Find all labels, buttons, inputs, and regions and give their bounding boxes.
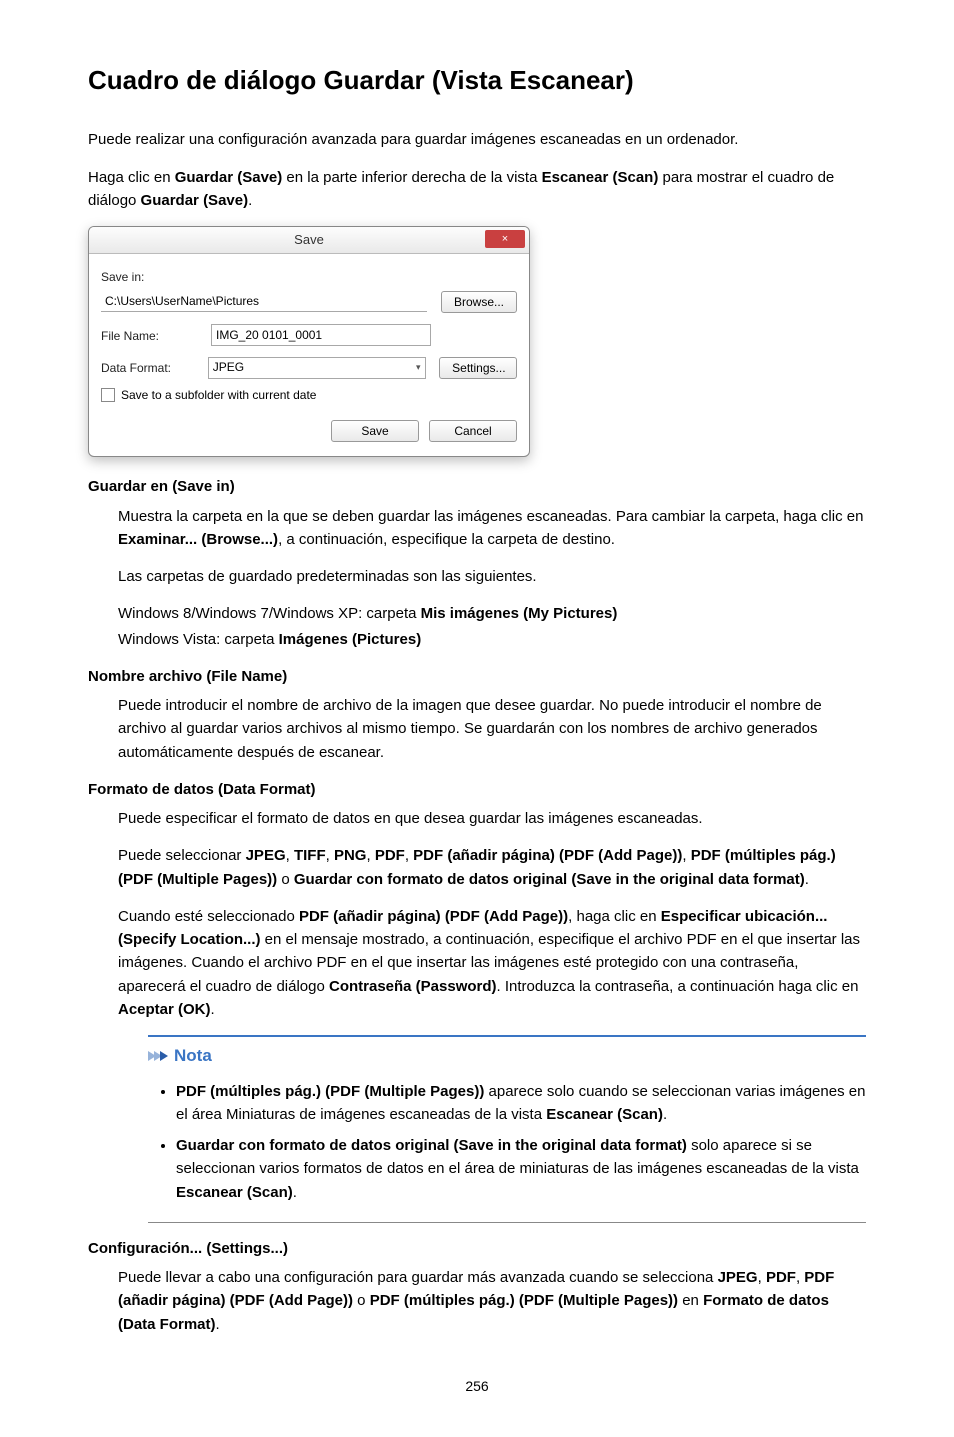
text: o <box>353 1292 370 1309</box>
text: Windows 8/Windows 7/Windows XP: carpeta <box>118 605 421 622</box>
text-bold: TIFF <box>294 847 326 864</box>
text: o <box>277 871 294 888</box>
save-dialog: Save × Save in: C:\Users\UserName\Pictur… <box>88 226 530 457</box>
text: Haga clic en <box>88 169 175 186</box>
text: . <box>216 1316 220 1333</box>
note-item-2: Guardar con formato de datos original (S… <box>176 1134 866 1204</box>
note-box: Nota PDF (múltiples pág.) (PDF (Multiple… <box>148 1035 866 1223</box>
text: . <box>293 1184 297 1201</box>
text-bold: JPEG <box>718 1269 758 1286</box>
text-bold: PNG <box>334 847 367 864</box>
text-bold: PDF <box>766 1269 796 1286</box>
text: . Introduzca la contraseña, a continuaci… <box>497 978 859 995</box>
text-bold: Guardar con formato de datos original (S… <box>294 871 805 888</box>
text-bold: Mis imágenes (My Pictures) <box>421 605 618 622</box>
subfolder-checkbox[interactable] <box>101 388 115 402</box>
note-item-1: PDF (múltiples pág.) (PDF (Multiple Page… <box>176 1080 866 1127</box>
dialog-body: Save in: C:\Users\UserName\Pictures Brow… <box>89 254 529 456</box>
data-format-label: Data Format: <box>101 359 208 378</box>
dialog-title-text: Save <box>294 230 324 250</box>
section-file-name-body: Puede introducir el nombre de archivo de… <box>118 694 866 764</box>
text-bold: JPEG <box>246 847 286 864</box>
save-in-input[interactable]: C:\Users\UserName\Pictures <box>101 291 427 312</box>
settings-button[interactable]: Settings... <box>439 357 517 379</box>
text-bold: Aceptar (OK) <box>118 1001 211 1018</box>
text-bold: Escanear (Scan) <box>176 1184 293 1201</box>
intro-paragraph-1: Puede realizar una configuración avanzad… <box>88 128 866 151</box>
text-bold: Escanear (Scan) <box>546 1106 663 1123</box>
section-save-in-body: Muestra la carpeta en la que se deben gu… <box>118 505 866 651</box>
text: . <box>663 1106 667 1123</box>
browse-button[interactable]: Browse... <box>441 291 517 313</box>
section-settings-body: Puede llevar a cabo una configuración pa… <box>118 1266 866 1336</box>
text: Windows Vista: carpeta <box>118 631 279 648</box>
text-bold: PDF (múltiples pág.) (PDF (Multiple Page… <box>370 1292 678 1309</box>
section-data-format-title: Formato de datos (Data Format) <box>88 778 866 801</box>
chevron-down-icon: ▾ <box>416 361 421 375</box>
text-bold: PDF (múltiples pág.) (PDF (Multiple Page… <box>176 1083 484 1100</box>
text: , a continuación, especifique la carpeta… <box>278 531 615 548</box>
text-bold: Guardar (Save) <box>141 192 249 209</box>
close-button[interactable]: × <box>485 230 525 248</box>
page-title: Cuadro de diálogo Guardar (Vista Escanea… <box>88 60 866 100</box>
text-bold: Examinar... (Browse...) <box>118 531 278 548</box>
text: Cuando esté seleccionado <box>118 908 299 925</box>
note-icon <box>148 1051 166 1061</box>
text-bold: Escanear (Scan) <box>542 169 659 186</box>
text: en <box>678 1292 703 1309</box>
text-bold: PDF (añadir página) (PDF (Add Page)) <box>413 847 682 864</box>
cancel-button[interactable]: Cancel <box>429 420 517 442</box>
intro-paragraph-2: Haga clic en Guardar (Save) en la parte … <box>88 166 866 213</box>
text: Puede introducir el nombre de archivo de… <box>118 694 866 764</box>
page-number: 256 <box>88 1376 866 1398</box>
file-name-input[interactable]: IMG_20 0101_0001 <box>211 324 431 346</box>
text: , haga clic en <box>568 908 661 925</box>
text-bold: Imágenes (Pictures) <box>279 631 422 648</box>
text-bold: Guardar (Save) <box>175 169 283 186</box>
section-data-format-body: Puede especificar el formato de datos en… <box>118 807 866 1223</box>
text-bold: Guardar con formato de datos original (S… <box>176 1137 687 1154</box>
section-settings-title: Configuración... (Settings...) <box>88 1237 866 1260</box>
text: Puede especificar el formato de datos en… <box>118 807 866 830</box>
text: Puede seleccionar <box>118 847 246 864</box>
save-button[interactable]: Save <box>331 420 419 442</box>
text: Las carpetas de guardado predeterminadas… <box>118 565 866 588</box>
data-format-select[interactable]: JPEG ▾ <box>208 357 426 379</box>
subfolder-label: Save to a subfolder with current date <box>121 386 316 405</box>
section-file-name-title: Nombre archivo (File Name) <box>88 665 866 688</box>
note-title: Nota <box>174 1043 212 1069</box>
text: . <box>248 192 252 209</box>
save-in-label: Save in: <box>101 268 517 287</box>
text: en la parte inferior derecha de la vista <box>282 169 541 186</box>
text-bold: PDF <box>375 847 405 864</box>
text: Puede llevar a cabo una configuración pa… <box>118 1269 718 1286</box>
text: . <box>211 1001 215 1018</box>
text-bold: Contraseña (Password) <box>329 978 497 995</box>
text-bold: PDF (añadir página) (PDF (Add Page)) <box>299 908 568 925</box>
dialog-titlebar: Save × <box>89 227 529 254</box>
text: Muestra la carpeta en la que se deben gu… <box>118 508 863 525</box>
file-name-label: File Name: <box>101 327 211 346</box>
data-format-value: JPEG <box>213 358 244 377</box>
section-save-in-title: Guardar en (Save in) <box>88 475 866 498</box>
